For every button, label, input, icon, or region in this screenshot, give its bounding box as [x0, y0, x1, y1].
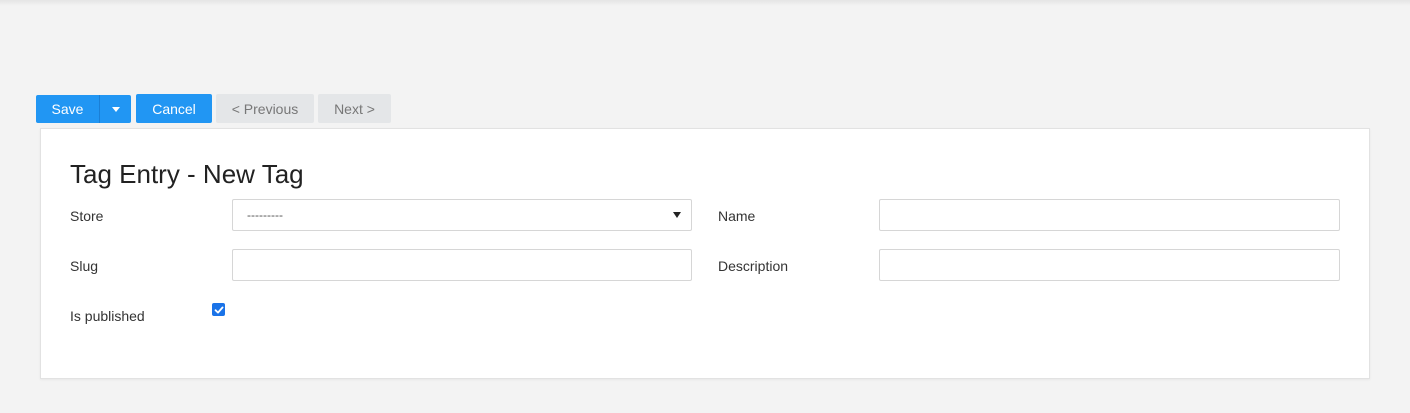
cancel-button[interactable]: Cancel [136, 94, 212, 123]
next-button[interactable]: Next > [318, 94, 391, 123]
save-options-button[interactable] [99, 95, 131, 123]
save-button[interactable]: Save [36, 95, 99, 123]
slug-label: Slug [70, 258, 99, 274]
store-label: Store [70, 208, 104, 224]
caret-down-icon [111, 106, 120, 112]
slug-field[interactable] [232, 249, 692, 281]
form-toolbar: Save Cancel < Previous Next > [36, 94, 391, 123]
name-label: Name [718, 208, 756, 224]
store-select-value: --------- [247, 208, 283, 222]
description-field[interactable] [879, 249, 1340, 281]
previous-button[interactable]: < Previous [216, 94, 314, 123]
chevron-down-icon [673, 212, 681, 218]
page-title: Tag Entry - New Tag [70, 159, 304, 189]
tag-entry-card: Tag Entry - New Tag Store --------- Name… [40, 128, 1370, 379]
description-label: Description [718, 258, 789, 274]
topbar-shadow [0, 0, 1410, 6]
check-icon [214, 306, 223, 313]
is-published-checkbox[interactable] [212, 303, 225, 316]
name-field[interactable] [879, 199, 1340, 231]
is-published-label: Is published [70, 308, 145, 324]
store-select[interactable]: --------- [232, 199, 692, 231]
